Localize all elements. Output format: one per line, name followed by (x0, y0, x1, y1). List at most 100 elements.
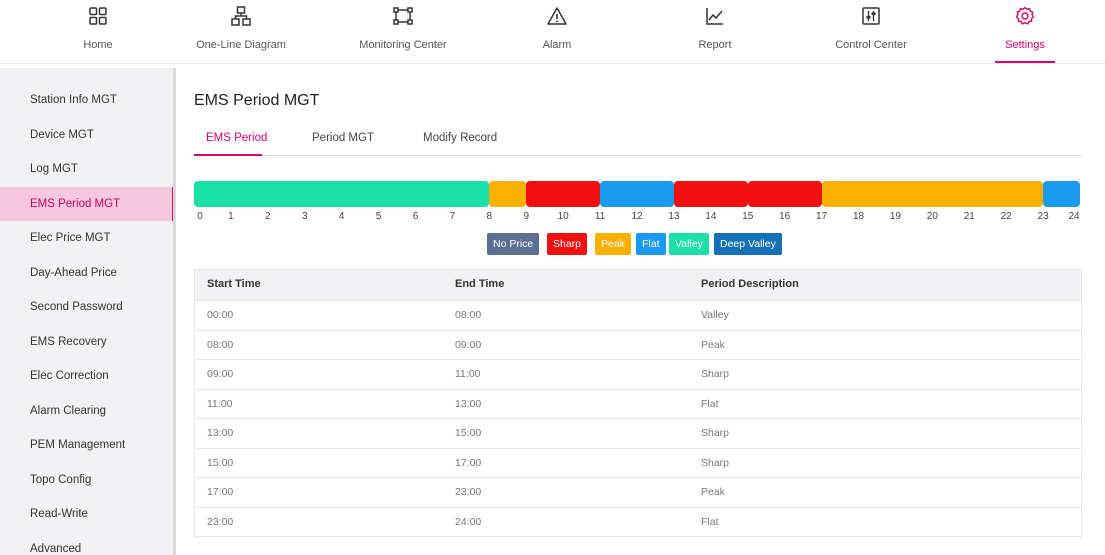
timeline-segment-flat[interactable] (1043, 181, 1080, 207)
timeline-tick-label: 6 (412, 211, 419, 222)
timeline-tick-label: 14 (705, 211, 717, 222)
nav-monitoring-center[interactable]: Monitoring Center (343, 6, 463, 51)
sidebar-item-day-ahead-price[interactable]: Day-Ahead Price (0, 256, 173, 291)
table-row[interactable]: 08:00 09:00 Peak (195, 329, 1081, 360)
timeline-tick-label: 15 (742, 211, 754, 222)
timeline-tick-label: 19 (889, 211, 901, 222)
timeline-tick-label: 8 (486, 211, 493, 222)
timeline-tick-label: 21 (963, 211, 975, 222)
sidebar-item-station-info-mgt[interactable]: Station Info MGT (0, 83, 173, 118)
sidebar-item-pem-management[interactable]: PEM Management (0, 428, 173, 463)
timeline-tick-label: 20 (926, 211, 938, 222)
sidebar-item-topo-config[interactable]: Topo Config (0, 463, 173, 498)
timeline-tick-label: 9 (523, 211, 530, 222)
timeline-tick-label: 2 (265, 211, 271, 222)
legend-valley[interactable]: Valley (669, 233, 709, 255)
table-row[interactable]: 00:00 08:00 Valley (195, 300, 1081, 330)
cell-end-time: 08:00 (455, 309, 482, 321)
legend-flat[interactable]: Flat (636, 233, 666, 255)
header-end-time: End Time (455, 278, 505, 290)
legend-peak[interactable]: Peak (595, 233, 631, 255)
sliders-icon (862, 7, 880, 25)
timeline-segment-sharp[interactable] (526, 181, 601, 207)
legend-deep-valley[interactable]: Deep Valley (714, 233, 782, 255)
timeline-segment-peak[interactable] (821, 181, 1044, 207)
network-icon (231, 6, 251, 26)
nav-home[interactable]: Home (38, 6, 158, 51)
sidebar-item-ems-period-mgt[interactable]: EMS Period MGT (0, 186, 173, 221)
table-row[interactable]: 15:00 17:00 Sharp (195, 447, 1081, 478)
cell-start-time: 15:00 (207, 456, 234, 469)
timeline-tick-label: 17 (816, 211, 828, 222)
nav-settings[interactable]: Settings (965, 6, 1085, 63)
timeline-tick-label: 5 (375, 211, 382, 222)
active-tab-indicator (194, 154, 262, 156)
legend-no-price[interactable]: No Price (487, 233, 540, 255)
tab-ems-period[interactable]: EMS Period (206, 132, 267, 144)
cell-period-description: Peak (701, 338, 725, 351)
cell-start-time: 11:00 (207, 397, 233, 410)
tab-period-mgt[interactable]: Period MGT (312, 132, 374, 144)
table-row[interactable]: 13:00 15:00 Sharp (195, 418, 1081, 448)
timeline-tick-label: 23 (1037, 211, 1049, 222)
sidebar-item-alarm-clearing[interactable]: Alarm Clearing (0, 394, 173, 429)
sidebar-item-advanced[interactable]: Advanced (0, 532, 173, 555)
timeline-tick-label: 4 (338, 211, 345, 222)
line-chart-icon (706, 8, 723, 25)
cell-start-time: 17:00 (207, 486, 234, 498)
timeline-hour-ticks: 0 1 2 3 4 5 6 7 8 9 10 11 12 13 14 15 16 17 18 19 20 21 22 23 24 (194, 211, 1080, 225)
table-row[interactable]: 17:00 23:00 Peak (195, 477, 1081, 507)
timeline-tick-label: 0 (197, 211, 203, 222)
cell-start-time: 00:00 (207, 309, 234, 321)
cell-end-time: 13:00 (455, 397, 482, 410)
gear-icon (1015, 6, 1035, 25)
main-content: EMS Period MGT EMS Period Period MGT Mod… (194, 68, 1094, 555)
nav-alarm-label: Alarm (542, 39, 572, 51)
timeline-segment-sharp[interactable] (747, 181, 822, 207)
cell-period-description: Sharp (701, 456, 730, 469)
sidebar-item-elec-price-mgt[interactable]: Elec Price MGT (0, 221, 173, 256)
cell-end-time: 11:00 (455, 368, 481, 380)
sidebar-item-log-mgt[interactable]: Log MGT (0, 152, 173, 187)
table-row[interactable]: 11:00 13:00 Flat (195, 388, 1081, 419)
nav-report-label: Report (698, 39, 732, 51)
timeline-tick-label: 11 (594, 211, 606, 222)
timeline-segment-valley[interactable] (194, 181, 490, 207)
sidebar-item-elec-correction[interactable]: Elec Correction (0, 359, 173, 394)
sidebar-item-second-password[interactable]: Second Password (0, 290, 173, 325)
nav-one-line-diagram-label: One-Line Diagram (196, 39, 286, 51)
sidebar-item-read-write[interactable]: Read-Write (0, 497, 173, 532)
legend-sharp[interactable]: Sharp (547, 233, 588, 255)
timeline-tick-label: 16 (779, 211, 791, 222)
cell-end-time: 15:00 (455, 427, 482, 439)
timeline-segment-sharp[interactable] (673, 181, 748, 207)
sidebar: Station Info MGT Device MGT Log MGT EMS … (0, 68, 176, 555)
timeline-tick-label: 18 (852, 211, 865, 222)
nav-settings-label: Settings (1005, 39, 1045, 51)
cell-start-time: 08:00 (207, 338, 234, 351)
timeline-tick-label: 22 (1000, 211, 1012, 222)
timeline-segment-flat[interactable] (600, 181, 674, 207)
cell-end-time: 23:00 (455, 486, 482, 498)
top-navigation: Home One-Line Diagram Monitoring Center … (0, 0, 1105, 64)
table-row[interactable]: 23:00 24:00 Flat (195, 506, 1081, 537)
nav-monitoring-center-label: Monitoring Center (359, 39, 447, 51)
cell-start-time: 13:00 (207, 427, 234, 439)
tab-modify-record[interactable]: Modify Record (423, 132, 497, 144)
timeline-tick-label: 13 (668, 211, 680, 222)
nav-report[interactable]: Report (655, 6, 775, 51)
table-row[interactable]: 09:00 11:00 Sharp (195, 359, 1081, 389)
sidebar-item-ems-recovery[interactable]: EMS Recovery (0, 325, 173, 360)
cell-end-time: 17:00 (455, 456, 482, 469)
nav-one-line-diagram[interactable]: One-Line Diagram (181, 6, 301, 51)
active-nav-indicator (995, 61, 1055, 63)
nav-control-center-label: Control Center (835, 39, 907, 51)
table-header: Start Time End Time Period Description (195, 270, 1081, 300)
monitor-icon (393, 7, 413, 25)
header-period-description: Period Description (701, 278, 799, 290)
nav-alarm[interactable]: Alarm (497, 6, 617, 51)
timeline-tick-label: 7 (449, 211, 456, 222)
timeline-segment-peak[interactable] (489, 181, 527, 207)
sidebar-item-device-mgt[interactable]: Device MGT (0, 118, 173, 153)
nav-control-center[interactable]: Control Center (811, 6, 931, 51)
